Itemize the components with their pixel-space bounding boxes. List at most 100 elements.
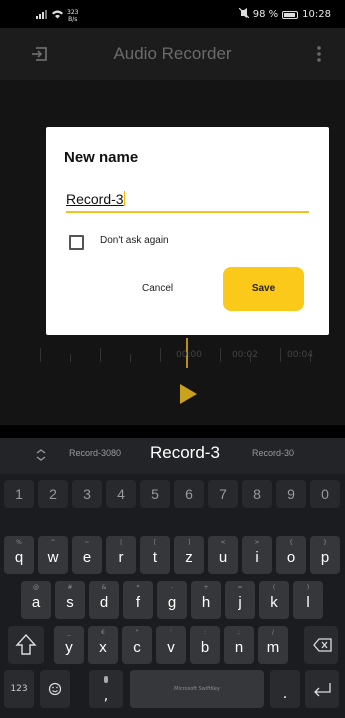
number-key[interactable]: 5 <box>140 480 170 508</box>
number-key[interactable]: 0 <box>310 480 340 508</box>
letter-key[interactable]: / m <box>258 626 288 664</box>
timeline-tick <box>220 348 221 362</box>
text-cursor <box>123 191 125 206</box>
network-speed: 323 B/s <box>67 9 78 23</box>
more-vert-icon[interactable] <box>315 44 323 64</box>
letter-key[interactable]: ; n <box>224 626 254 664</box>
number-key[interactable]: 4 <box>106 480 136 508</box>
key-label: a <box>31 594 41 611</box>
battery-percent: 98 % <box>252 9 279 20</box>
dont-ask-again-checkbox[interactable] <box>69 235 84 250</box>
key-label: y <box>65 639 73 656</box>
letter-key[interactable]: " c <box>122 626 152 664</box>
key-secondary-label: ~ <box>84 539 90 546</box>
letter-key[interactable]: & d <box>89 581 119 619</box>
number-key[interactable]: 3 <box>72 480 102 508</box>
key-secondary-label: } <box>323 539 327 546</box>
letter-key[interactable]: ) l <box>293 581 323 619</box>
number-key[interactable]: 8 <box>242 480 272 508</box>
letter-key[interactable]: :b <box>190 626 220 664</box>
letter-key[interactable]: -g <box>157 581 187 619</box>
timeline-tick <box>160 348 161 362</box>
clock: 10:28 <box>302 9 331 20</box>
key-label: d <box>99 594 109 611</box>
save-button[interactable]: Save <box>223 267 304 311</box>
letter-key[interactable]: = j <box>225 581 255 619</box>
letter-key[interactable]: # s <box>55 581 85 619</box>
key-label: m <box>266 639 280 656</box>
key-secondary-label: | <box>119 539 123 546</box>
letter-key[interactable]: ^ w <box>38 536 68 574</box>
space-key[interactable]: Microsoft SwiftKey <box>130 670 264 708</box>
time-label: 00:00 <box>176 350 202 360</box>
key-secondary-label: & <box>101 584 107 591</box>
name-input[interactable]: Record-3 <box>66 191 309 213</box>
expand-icon[interactable] <box>36 449 46 461</box>
key-label: v <box>167 639 175 656</box>
letter-key[interactable]: {o <box>276 536 306 574</box>
period-key-label: . <box>282 686 288 702</box>
rename-dialog: New name Record-3 Don't ask again Cancel… <box>46 127 329 335</box>
letter-key[interactable]: } p <box>310 536 340 574</box>
suggestion-right[interactable]: Record-30 <box>252 448 294 458</box>
suggestion-bar: Record-3080 Record-3 Record-30 <box>0 438 345 474</box>
time-label: 00:02 <box>232 350 258 360</box>
shift-icon <box>15 633 37 655</box>
letter-key[interactable]: + h <box>191 581 221 619</box>
timeline-tick <box>280 348 281 362</box>
letter-key[interactable]: ] z <box>174 536 204 574</box>
period-key[interactable]: . <box>270 670 300 708</box>
emoji-icon <box>48 682 62 696</box>
letter-key[interactable]: (k <box>259 581 289 619</box>
suggestion-center[interactable]: Record-3 <box>150 443 220 463</box>
cancel-button[interactable]: Cancel <box>142 283 173 294</box>
shift-key[interactable] <box>8 626 44 664</box>
key-secondary-label: _ <box>67 629 71 636</box>
number-key[interactable]: 1 <box>4 480 34 508</box>
key-secondary-label: % <box>16 539 22 546</box>
dont-ask-again-label[interactable]: Don't ask again <box>100 235 169 246</box>
key-secondary-label: ; <box>237 629 241 636</box>
letter-key[interactable]: [t <box>140 536 170 574</box>
number-key[interactable]: 7 <box>208 480 238 508</box>
battery-icon <box>282 10 299 19</box>
letter-key[interactable]: > i <box>242 536 272 574</box>
number-key[interactable]: 6 <box>174 480 204 508</box>
number-key[interactable]: 2 <box>38 480 68 508</box>
emoji-key[interactable] <box>40 670 70 708</box>
letter-key[interactable]: ' v <box>156 626 186 664</box>
letter-key[interactable]: < u <box>208 536 238 574</box>
letter-key[interactable]: @ a <box>21 581 51 619</box>
key-label: h <box>201 594 211 611</box>
enter-key[interactable] <box>305 670 339 708</box>
numbers-key[interactable]: 123 <box>4 670 34 708</box>
timeline-tick <box>100 348 101 362</box>
key-label: s <box>66 594 74 611</box>
comma-key[interactable]: , <box>89 670 123 708</box>
key-secondary-label: > <box>254 539 260 546</box>
status-right: 98 % 10:28 <box>238 7 331 21</box>
backspace-key[interactable] <box>304 626 338 664</box>
key-secondary-label: ) <box>306 584 310 591</box>
suggestion-left[interactable]: Record-3080 <box>69 448 121 458</box>
key-label: q <box>14 549 24 566</box>
mute-icon <box>238 7 250 21</box>
key-label: r <box>118 549 124 566</box>
key-label: x <box>99 639 107 656</box>
signal-icon <box>36 10 48 22</box>
letter-key[interactable]: ~ e <box>72 536 102 574</box>
key-secondary-label: ' <box>170 629 172 636</box>
letter-key[interactable]: | r <box>106 536 136 574</box>
time-label: 00:04 <box>287 350 313 360</box>
letter-key[interactable]: * f <box>123 581 153 619</box>
name-input-value: Record-3 <box>66 191 124 207</box>
key-secondary-label: { <box>289 539 293 546</box>
key-label: u <box>218 549 228 566</box>
letter-key[interactable]: % q <box>4 536 34 574</box>
key-label: p <box>320 549 330 566</box>
number-key[interactable]: 9 <box>276 480 306 508</box>
letter-key[interactable]: _ y <box>54 626 84 664</box>
timeline-tick <box>40 348 41 362</box>
letter-key[interactable]: € x <box>88 626 118 664</box>
play-icon[interactable] <box>180 384 197 404</box>
